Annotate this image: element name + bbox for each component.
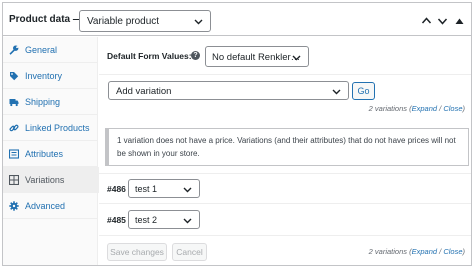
product-data-tabs: General Inventory Shipping Linked Produc… (3, 37, 99, 265)
variations-panel: Default Form Values: ? No default Renkle… (99, 37, 471, 265)
chevron-down-icon (291, 52, 302, 63)
product-data-header: Product data — Variable product (3, 3, 471, 36)
tab-shipping[interactable]: Shipping (3, 89, 98, 115)
expand-link[interactable]: Expand (412, 247, 437, 256)
move-up-button[interactable] (421, 16, 432, 26)
chevron-down-icon (437, 18, 448, 25)
variation-attribute-select[interactable]: test 2 (128, 210, 200, 229)
variation-attribute-value: test 1 (135, 184, 158, 194)
count-suffix: ) (462, 104, 466, 113)
move-down-button[interactable] (437, 16, 448, 26)
add-variation-value: Add variation (116, 86, 172, 97)
chevron-down-icon (193, 16, 204, 27)
divider (99, 235, 471, 236)
count-suffix: ) (462, 247, 466, 256)
truck-icon (9, 97, 19, 107)
variations-count-text: 2 variations ( (368, 104, 412, 113)
tab-attributes[interactable]: Attributes (3, 141, 98, 167)
variation-id: #486 (107, 184, 126, 194)
tab-general[interactable]: General (3, 37, 98, 63)
tag-icon (9, 71, 19, 81)
default-form-values-label: Default Form Values: (107, 51, 192, 61)
tab-label: Advanced (25, 200, 66, 211)
tab-label: Linked Products (25, 122, 90, 133)
tab-label: Inventory (25, 70, 63, 81)
go-button[interactable]: Go (352, 82, 375, 100)
tab-linked-products[interactable]: Linked Products (3, 115, 98, 141)
cancel-button[interactable]: Cancel (172, 243, 207, 261)
triangle-up-icon (455, 18, 464, 24)
link-icon (9, 123, 19, 133)
help-icon[interactable]: ? (191, 51, 200, 60)
tab-inventory[interactable]: Inventory (3, 63, 98, 89)
product-data-title: Product data — (9, 14, 83, 25)
variation-attribute-value: test 2 (135, 215, 158, 225)
default-form-value-select[interactable]: No default Renkler… (205, 46, 309, 67)
divider (99, 173, 471, 174)
chevron-down-icon (182, 184, 193, 195)
variations-count-bottom: 2 variations (Expand / Close) (369, 247, 465, 256)
tab-advanced[interactable]: Advanced (3, 193, 98, 219)
tab-variations[interactable]: Variations (3, 167, 99, 193)
toggle-panel-button[interactable] (454, 16, 465, 26)
expand-link[interactable]: Expand (412, 104, 437, 113)
divider (99, 203, 471, 204)
product-type-select[interactable]: Variable product (79, 10, 211, 32)
gear-icon (9, 200, 19, 211)
add-variation-select[interactable]: Add variation (108, 81, 349, 100)
close-link[interactable]: Close (443, 104, 462, 113)
default-form-value: No default Renkler… (212, 52, 301, 63)
chevron-up-icon (421, 17, 432, 24)
variations-count-top: 2 variations (Expand / Close) (369, 104, 465, 113)
wrench-icon (9, 44, 19, 55)
close-link[interactable]: Close (443, 247, 462, 256)
tab-label: Shipping (25, 96, 61, 107)
variation-attribute-select[interactable]: test 1 (128, 179, 200, 198)
product-type-value: Variable product (87, 16, 160, 27)
tab-label: General (25, 44, 58, 55)
save-changes-button[interactable]: Save changes (107, 243, 167, 261)
list-icon (9, 148, 19, 159)
tab-label: Variations (25, 174, 65, 185)
tab-label: Attributes (25, 148, 64, 159)
variations-count-text: 2 variations ( (368, 247, 412, 256)
divider (99, 74, 471, 75)
variation-id: #485 (107, 215, 126, 225)
chevron-down-icon (331, 86, 342, 97)
grid-icon (9, 174, 19, 185)
missing-price-notice: 1 variation does not have a price. Varia… (105, 128, 469, 166)
product-data-panel: Product data — Variable product General (2, 2, 472, 266)
chevron-down-icon (182, 215, 193, 226)
